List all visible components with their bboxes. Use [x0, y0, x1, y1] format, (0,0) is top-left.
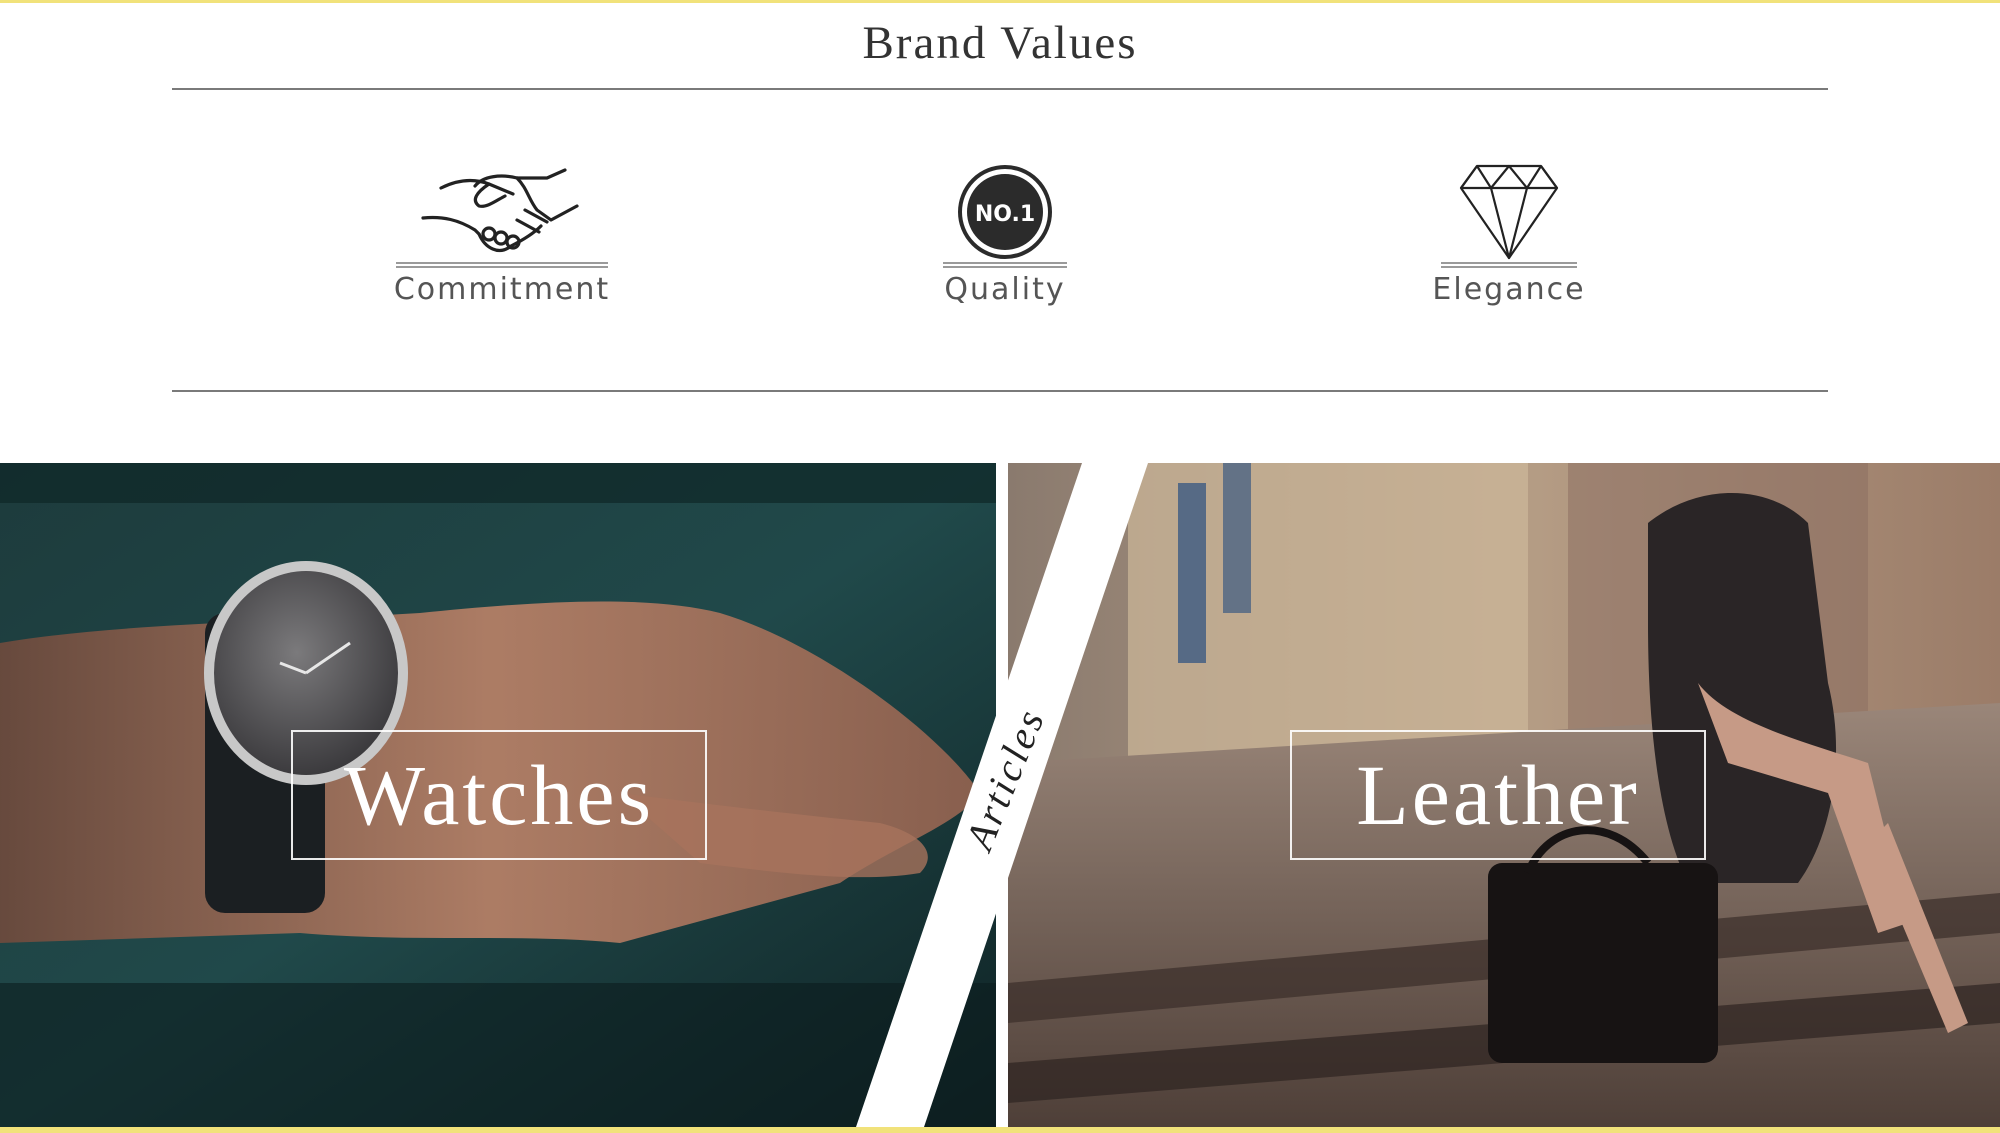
diamond-icon	[1359, 150, 1659, 262]
value-underline	[396, 262, 608, 268]
number-one-badge-icon: NO.1	[855, 150, 1155, 262]
handshake-icon	[352, 150, 652, 262]
value-commitment: Commitment	[352, 150, 652, 307]
leather-category-button[interactable]: Leather	[1290, 730, 1706, 860]
top-accent-rule	[0, 0, 2000, 3]
watches-category-button[interactable]: Watches	[291, 730, 707, 860]
divider-bottom	[172, 390, 1828, 392]
bottom-accent-rule	[0, 1127, 2000, 1133]
value-label: Quality	[944, 272, 1066, 307]
value-elegance: Elegance	[1359, 150, 1659, 307]
section-title: Brand Values	[862, 17, 1138, 69]
value-underline	[943, 262, 1067, 268]
divider-top	[172, 88, 1828, 90]
value-quality: NO.1 Quality	[855, 150, 1155, 307]
badge-text: NO.1	[975, 202, 1035, 227]
value-label: Commitment	[393, 272, 611, 307]
value-underline	[1441, 262, 1577, 268]
value-label: Elegance	[1432, 272, 1586, 307]
